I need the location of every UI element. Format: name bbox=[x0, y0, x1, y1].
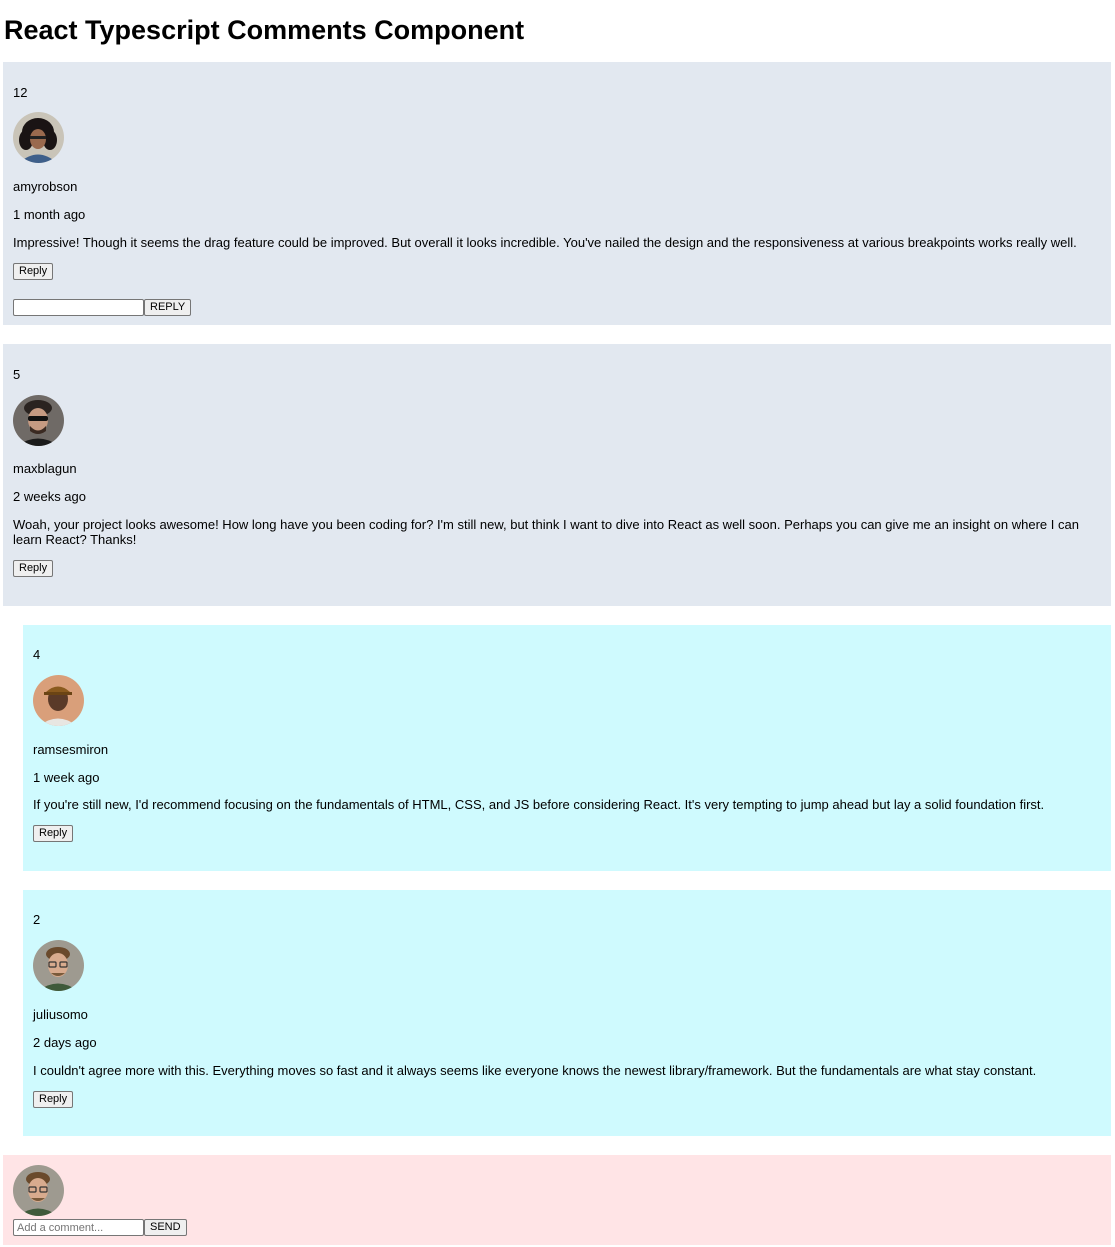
comment-timestamp: 2 days ago bbox=[33, 1035, 97, 1050]
avatar bbox=[33, 940, 84, 991]
comment-score: 4 bbox=[33, 647, 41, 662]
comment-card: 12 amyrobson 1 month ago Impressive! Tho… bbox=[3, 62, 1111, 325]
reply-button[interactable]: Reply bbox=[33, 825, 74, 842]
comment-timestamp: 1 month ago bbox=[13, 207, 86, 222]
comment-score: 2 bbox=[33, 912, 41, 927]
reply-input[interactable] bbox=[13, 299, 144, 316]
comment-content: Impressive! Though it seems the drag fea… bbox=[13, 235, 1077, 250]
reply-button[interactable]: Reply bbox=[13, 560, 54, 577]
comment-score: 12 bbox=[13, 85, 28, 100]
avatar bbox=[13, 395, 64, 446]
comment-content: I couldn't agree more with this. Everyth… bbox=[33, 1063, 1037, 1078]
reply-button[interactable]: Reply bbox=[13, 263, 54, 280]
comment-content: Woah, your project looks awesome! How lo… bbox=[13, 517, 1079, 547]
avatar bbox=[33, 675, 84, 726]
comment-card: 5 maxblagun 2 weeks ago Woah, your proje… bbox=[3, 344, 1111, 606]
comment-username: juliusomo bbox=[33, 1007, 88, 1022]
page-title: React Typescript Comments Component bbox=[4, 15, 525, 45]
avatar bbox=[13, 112, 64, 163]
current-user-avatar bbox=[13, 1165, 64, 1216]
reply-card: 4 ramsesmiron 1 week ago If you're still… bbox=[23, 625, 1111, 871]
comment-username: amyrobson bbox=[13, 179, 78, 194]
reply-submit-button[interactable]: REPLY bbox=[144, 299, 192, 316]
comment-composer: SEND bbox=[3, 1155, 1111, 1245]
comment-username: maxblagun bbox=[13, 461, 77, 476]
comment-timestamp: 2 weeks ago bbox=[13, 489, 86, 504]
send-button[interactable]: SEND bbox=[144, 1219, 187, 1236]
comment-username: ramsesmiron bbox=[33, 742, 109, 757]
add-comment-input[interactable] bbox=[13, 1219, 144, 1236]
comment-content: If you're still new, I'd recommend focus… bbox=[33, 797, 1045, 812]
comment-score: 5 bbox=[13, 367, 21, 382]
reply-button[interactable]: Reply bbox=[33, 1091, 74, 1108]
reply-card: 2 juliusomo 2 days ago I couldn't agree … bbox=[23, 890, 1111, 1136]
comment-timestamp: 1 week ago bbox=[33, 770, 100, 785]
